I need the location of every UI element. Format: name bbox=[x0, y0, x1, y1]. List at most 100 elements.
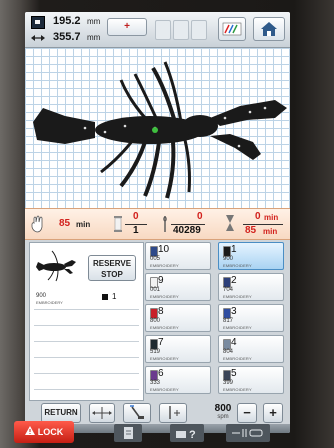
thread-brand: EMBROIDERY bbox=[223, 387, 252, 392]
thread-code: 817 bbox=[223, 318, 234, 324]
color-done-value: 0 bbox=[133, 211, 139, 222]
hourglass-icon bbox=[226, 215, 234, 231]
home-icon bbox=[261, 22, 277, 36]
divider bbox=[34, 389, 139, 390]
home-button[interactable] bbox=[253, 17, 285, 41]
thread-cell[interactable]: 6 333 EMBROIDERY bbox=[145, 366, 211, 394]
height-icon bbox=[31, 31, 45, 43]
remaining-time-value: 85 bbox=[59, 218, 71, 229]
design-thumbnail bbox=[36, 249, 76, 283]
thread-brand: EMBROIDERY bbox=[223, 356, 252, 361]
thread-code: 399 bbox=[223, 380, 234, 386]
thread-number: 5 bbox=[231, 368, 237, 379]
thread-color-list: 10 005 EMBROIDERY 1 900 EMBROIDERY 9 001 EMBROID… bbox=[145, 242, 287, 400]
current-thread-number: 1 bbox=[112, 292, 117, 301]
timer-done-value: 0 bbox=[255, 211, 261, 222]
machine-screen: 195.2 mm 355.7 mm + 85 min 0 1 0 40289 0… bbox=[25, 12, 290, 433]
timer-total-unit: min bbox=[263, 227, 278, 236]
height-unit: mm bbox=[87, 33, 101, 42]
needle-up-down-button[interactable] bbox=[159, 403, 187, 423]
thread-cell[interactable]: 10 005 EMBROIDERY bbox=[145, 242, 211, 270]
thread-code: 800 bbox=[150, 318, 161, 324]
svg-text:?: ? bbox=[189, 429, 196, 441]
speed-decrease-button[interactable]: − bbox=[237, 403, 257, 423]
thread-code: 001 bbox=[150, 287, 161, 293]
thread-number: 2 bbox=[231, 275, 237, 286]
empty-slot bbox=[191, 20, 207, 40]
settings-button[interactable] bbox=[226, 424, 270, 442]
thread-cell[interactable]: 8 800 EMBROIDERY bbox=[145, 304, 211, 332]
thread-brand: EMBROIDERY bbox=[150, 325, 179, 330]
thread-brand: EMBROIDERY bbox=[150, 356, 179, 361]
width-value: 195.2 bbox=[53, 15, 81, 27]
current-thread-swatch bbox=[102, 294, 108, 300]
thread-brand: EMBROIDERY bbox=[223, 294, 252, 299]
thread-code: 704 bbox=[223, 287, 234, 293]
color-total-value: 1 bbox=[133, 225, 139, 236]
thread-number: 10 bbox=[158, 244, 170, 255]
thread-brand: EMBROIDERY bbox=[223, 325, 252, 330]
stitch-total-value: 40289 bbox=[173, 225, 201, 236]
width-icon bbox=[31, 16, 45, 29]
speed-increase-button[interactable]: + bbox=[263, 403, 283, 423]
control-bar: RETURN 800 spm − + bbox=[25, 403, 290, 423]
stitch-done-value: 0 bbox=[197, 211, 203, 222]
presser-foot-icon bbox=[130, 405, 144, 419]
presser-foot-button[interactable] bbox=[123, 403, 151, 423]
help-icon: ? bbox=[176, 429, 196, 441]
divider bbox=[34, 309, 139, 310]
width-unit: mm bbox=[87, 17, 101, 26]
speed-unit: spm bbox=[217, 414, 229, 420]
thread-code: 900 bbox=[223, 256, 234, 262]
thread-cell[interactable]: 3 817 EMBROIDERY bbox=[218, 304, 284, 332]
thread-cell[interactable]: 5 399 EMBROIDERY bbox=[218, 366, 284, 394]
thread-code: 804 bbox=[223, 349, 234, 355]
arrows-move-icon bbox=[92, 407, 112, 419]
divider bbox=[34, 325, 139, 326]
lock-label: LOCK bbox=[37, 427, 64, 437]
remaining-time-unit: min bbox=[76, 220, 91, 229]
reserve-stop-button[interactable]: RESERVE STOP bbox=[88, 255, 136, 281]
thread-number: 1 bbox=[231, 244, 237, 255]
warning-icon bbox=[24, 421, 35, 443]
current-thread-panel: RESERVE STOP 900 EMBROIDERY 1 bbox=[29, 242, 144, 401]
help-button[interactable]: ? bbox=[170, 424, 204, 442]
thread-brand: EMBROIDERY bbox=[150, 294, 179, 299]
thread-color-icon bbox=[222, 22, 242, 36]
thread-cell[interactable]: 1 900 EMBROIDERY bbox=[218, 242, 284, 270]
thread-number: 9 bbox=[158, 275, 164, 286]
thread-cell[interactable]: 4 804 EMBROIDERY bbox=[218, 335, 284, 363]
needle-position-marker bbox=[152, 127, 158, 133]
speed-value: 800 bbox=[214, 403, 232, 414]
lobster-embroidery-design bbox=[33, 61, 287, 199]
timer-total-value: 85 bbox=[245, 225, 257, 236]
center-button[interactable]: + bbox=[107, 18, 147, 36]
needle-icon bbox=[163, 216, 167, 232]
thread-cell[interactable]: 2 704 EMBROIDERY bbox=[218, 273, 284, 301]
thread-brand: EMBROIDERY bbox=[223, 263, 252, 268]
divider bbox=[34, 357, 139, 358]
thread-color-button[interactable] bbox=[218, 17, 246, 41]
current-thread-code: 900 bbox=[36, 293, 47, 299]
thread-code: 519 bbox=[150, 349, 161, 355]
timer-done-unit: min bbox=[264, 213, 279, 222]
thread-code: 005 bbox=[150, 256, 161, 262]
return-button[interactable]: RETURN bbox=[41, 403, 81, 423]
trial-sew-button[interactable] bbox=[89, 403, 115, 423]
thread-brand: EMBROIDERY bbox=[150, 263, 179, 268]
current-thread-brand: EMBROIDERY bbox=[36, 300, 63, 305]
thread-brand: EMBROIDERY bbox=[150, 387, 179, 392]
thread-number: 7 bbox=[158, 337, 164, 348]
thread-number: 4 bbox=[231, 337, 237, 348]
document-button[interactable] bbox=[114, 424, 142, 442]
spool-icon bbox=[114, 216, 122, 232]
needle-position-icon bbox=[169, 406, 180, 419]
lock-button[interactable]: LOCK bbox=[14, 421, 74, 443]
design-preview-area[interactable] bbox=[25, 48, 290, 208]
divider bbox=[34, 341, 139, 342]
top-bar: 195.2 mm 355.7 mm + bbox=[25, 12, 290, 48]
thread-cell[interactable]: 9 001 EMBROIDERY bbox=[145, 273, 211, 301]
thread-cell[interactable]: 7 519 EMBROIDERY bbox=[145, 335, 211, 363]
thread-number: 3 bbox=[231, 306, 237, 317]
thread-number: 8 bbox=[158, 306, 164, 317]
